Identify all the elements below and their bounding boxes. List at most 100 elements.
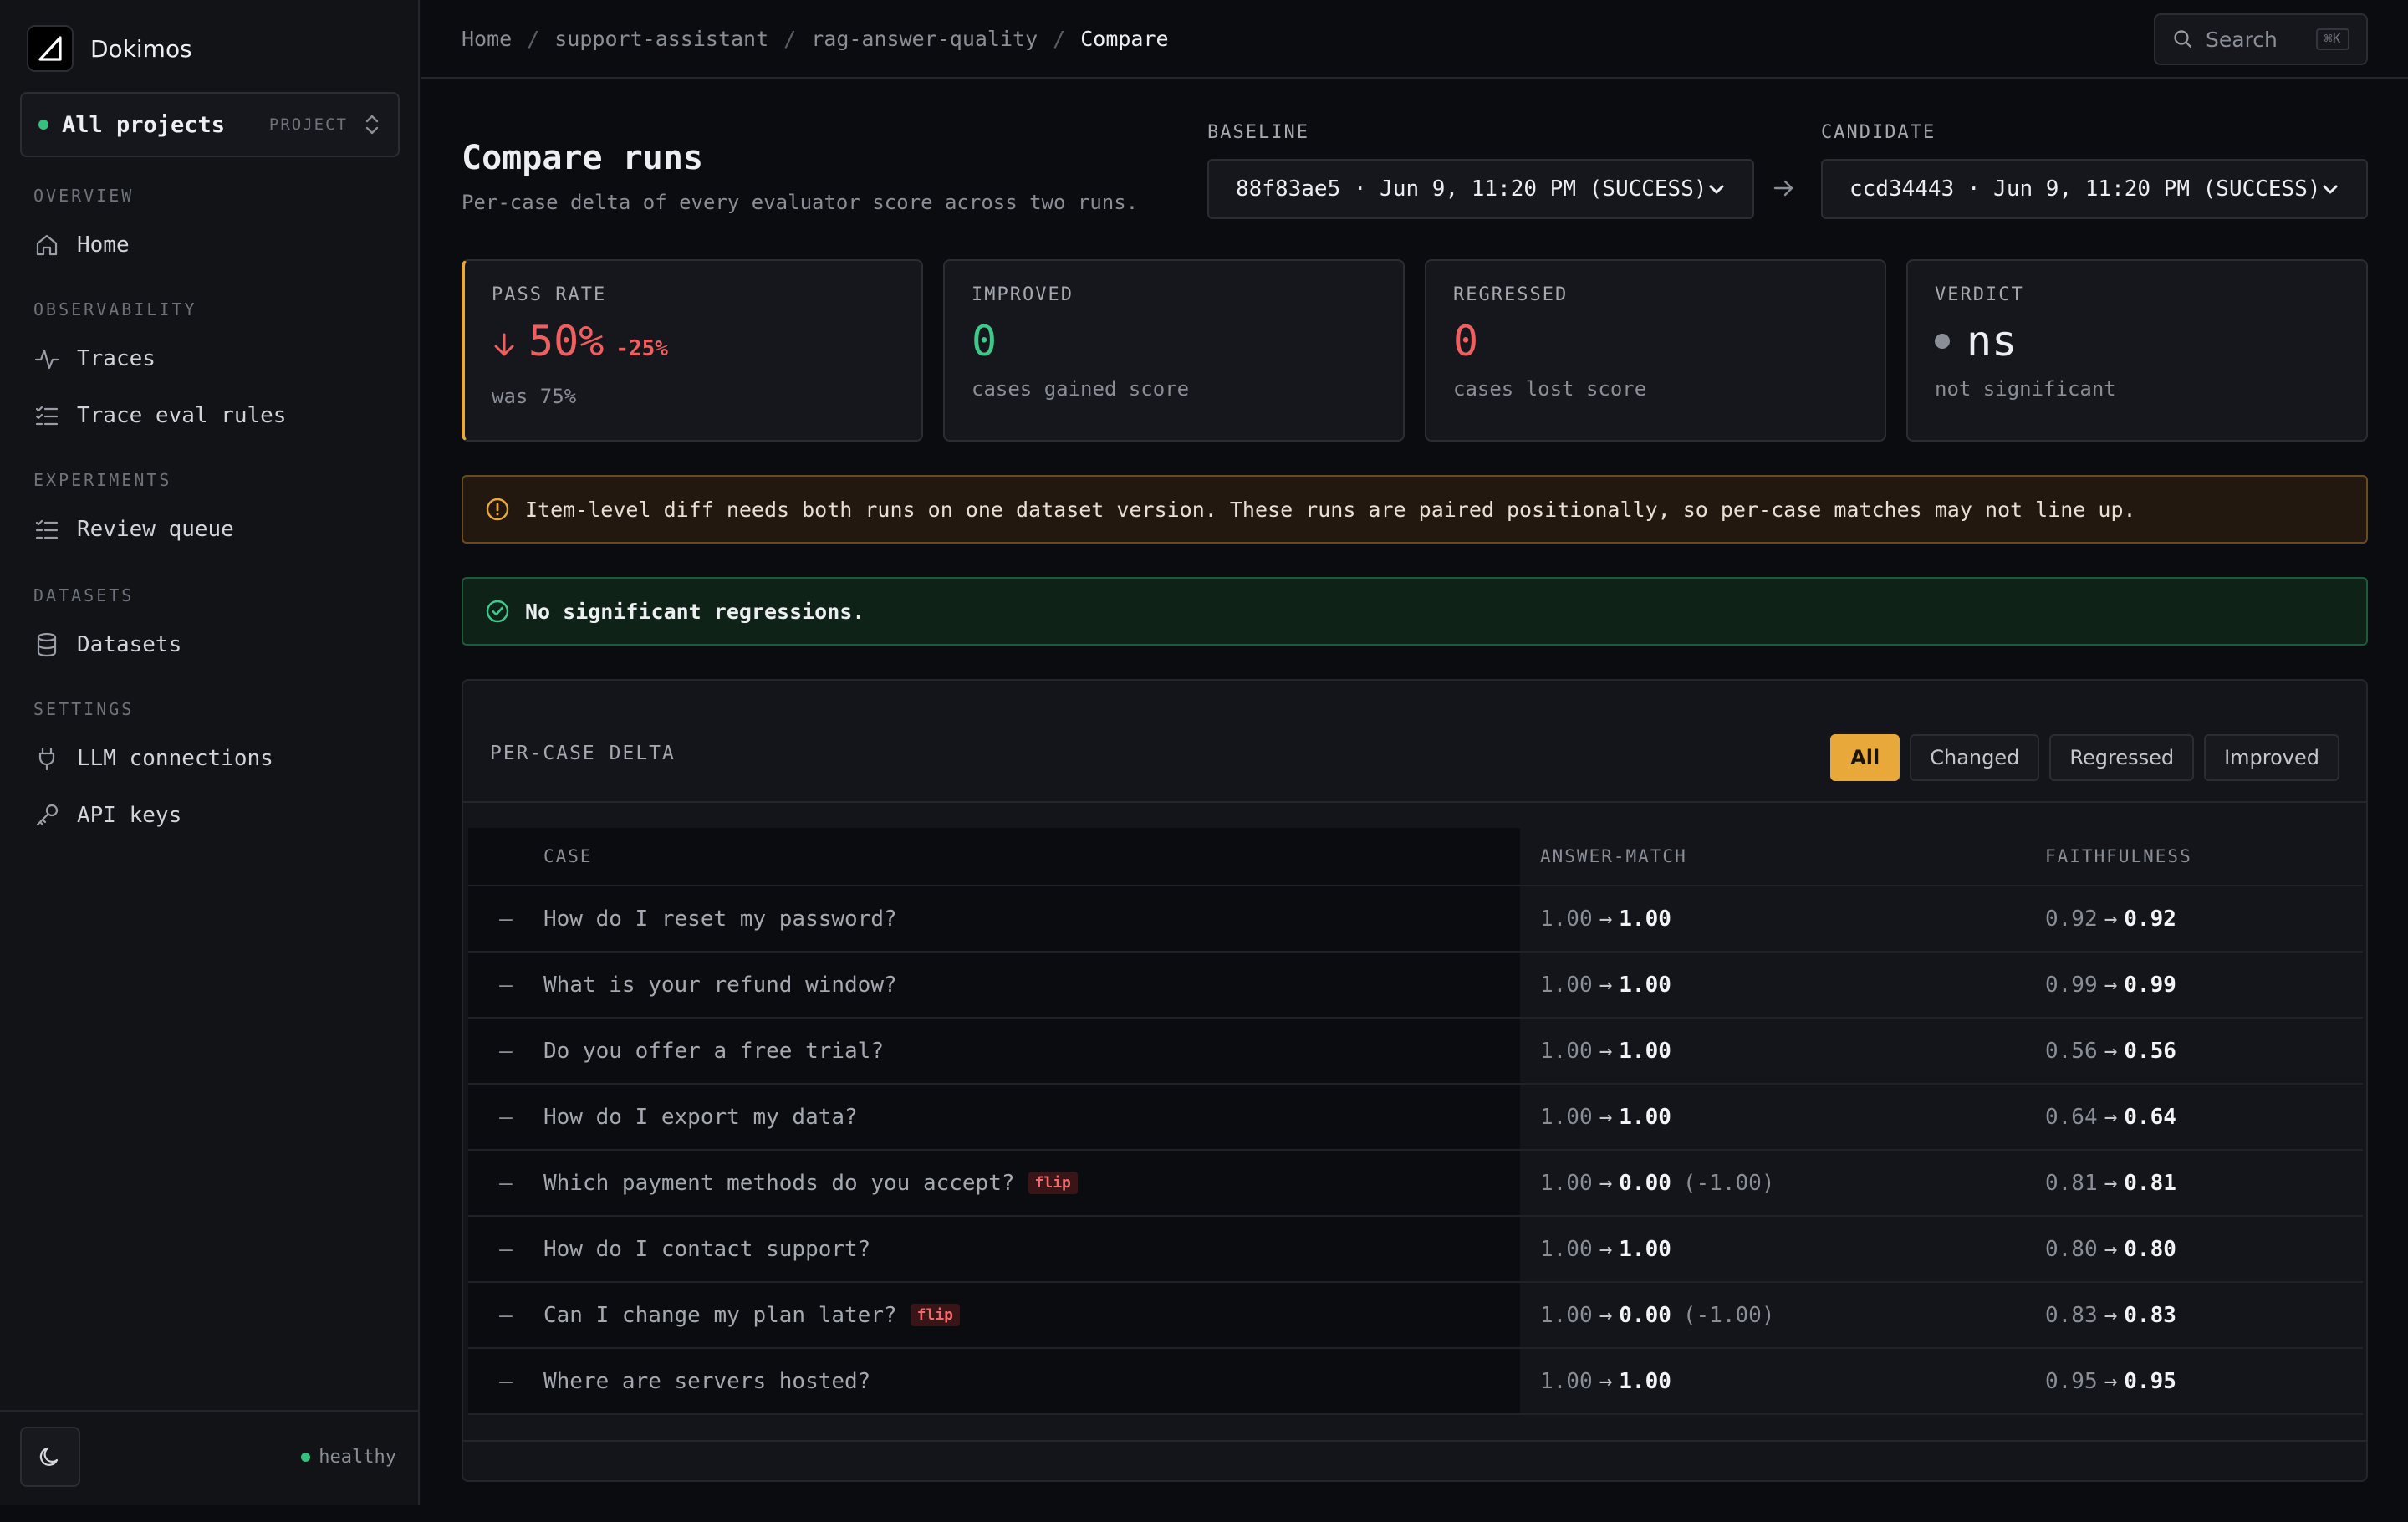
nav-section-datasets: DATASETS <box>33 585 135 605</box>
filter-improved-button[interactable]: Improved <box>2204 734 2339 781</box>
stat-label: PASS RATE <box>492 284 607 305</box>
stat-label: IMPROVED <box>972 284 1074 305</box>
table-row[interactable]: — Which payment methods do you accept? fli… <box>468 1151 2363 1217</box>
faithfulness-cell: 0.81 → 0.81 <box>2045 1151 2363 1215</box>
chevron-down-icon <box>1709 185 1724 194</box>
answer-match-baseline: 1.00 <box>1540 1302 1593 1328</box>
arrow-label: → <box>2104 1302 2118 1328</box>
answer-match-baseline: 1.00 <box>1540 972 1593 998</box>
faithfulness-candidate: 0.83 <box>2124 1302 2176 1328</box>
per-case-delta-panel: PER-CASE DELTA All Changed Regressed Imp… <box>462 679 2368 1482</box>
stat-value: 0 <box>1453 317 1479 365</box>
nav-section-overview: OVERVIEW <box>33 186 135 206</box>
faithfulness-baseline: 0.83 <box>2045 1302 2098 1328</box>
nav-item-label: LLM connections <box>77 746 273 771</box>
case-text: How do I contact support? <box>543 1236 871 1262</box>
case-text: Can I change my plan later? <box>543 1302 897 1328</box>
filter-changed-button[interactable]: Changed <box>1910 734 2040 781</box>
nav-item-label: Traces <box>77 346 156 371</box>
row-status-mark: — <box>468 886 543 951</box>
stat-value: 0 <box>972 317 997 365</box>
faithfulness-baseline: 0.95 <box>2045 1368 2098 1394</box>
case-text: Which payment methods do you accept? <box>543 1170 1015 1196</box>
faithfulness-candidate: 0.81 <box>2124 1170 2176 1196</box>
info-icon <box>486 498 509 521</box>
nav-item-datasets[interactable]: Datasets <box>33 624 181 666</box>
answer-match-baseline: 1.00 <box>1540 1104 1593 1130</box>
filter-regressed-button[interactable]: Regressed <box>2049 734 2195 781</box>
stat-sub: cases gained score <box>972 377 1190 401</box>
verdict-value: ns <box>1967 317 2018 365</box>
table-row[interactable]: — How do I contact support? 1.00 → 1.00 0.80 →… <box>468 1217 2363 1283</box>
moon-icon <box>39 1447 59 1466</box>
project-switcher[interactable]: All projects PROJECT <box>20 92 400 157</box>
candidate-select[interactable]: ccd34443 · Jun 9, 11:20 PM (SUCCESS) <box>1821 159 2368 219</box>
row-status-mark: — <box>468 1283 543 1347</box>
column-header-answer-match[interactable]: ANSWER-MATCH <box>1540 828 2042 885</box>
warning-text: Item-level diff needs both runs on one d… <box>525 497 2136 522</box>
table-row[interactable]: — Can I change my plan later? flip 1.00 → 0.0… <box>468 1283 2363 1349</box>
filter-all-button[interactable]: All <box>1830 734 1900 781</box>
faithfulness-candidate: 0.95 <box>2124 1368 2176 1394</box>
nav-item-api-keys[interactable]: API keys <box>33 794 181 836</box>
breadcrumb-home[interactable]: Home <box>462 27 512 51</box>
delta-table: CASE ANSWER-MATCH FAITHFULNESS — How do I… <box>468 828 2363 1415</box>
arrow-label: → <box>1599 972 1613 998</box>
search-button[interactable]: Search ⌘K <box>2154 13 2368 65</box>
table-row[interactable]: — How do I reset my password? 1.00 → 1.00 0.9… <box>468 886 2363 953</box>
brand[interactable]: Dokimos <box>27 23 192 74</box>
stat-sub: was 75% <box>492 385 577 408</box>
table-row[interactable]: — How do I export my data? 1.00 → 1.00 0.64 → 0… <box>468 1085 2363 1151</box>
arrow-right-icon <box>1773 180 1793 197</box>
faithfulness-cell: 0.80 → 0.80 <box>2045 1217 2363 1281</box>
case-cell: Where are servers hosted? <box>543 1349 1520 1413</box>
list-check-icon <box>35 406 59 426</box>
flip-badge: flip <box>1028 1172 1078 1194</box>
project-tag: PROJECT <box>268 115 348 134</box>
answer-match-candidate: 1.00 <box>1619 1368 1671 1394</box>
nav-item-traces[interactable]: Traces <box>33 338 156 380</box>
faithfulness-candidate: 0.80 <box>2124 1236 2176 1262</box>
arrow-label: → <box>1599 1368 1613 1394</box>
sidebar: Dokimos All projects PROJECT OVERVIEW Ho… <box>0 0 420 1505</box>
case-cell: How do I export my data? <box>543 1085 1520 1149</box>
chevron-down-icon <box>2323 185 2338 194</box>
nav-item-llm-connections[interactable]: LLM connections <box>33 738 273 779</box>
baseline-select[interactable]: 88f83ae5 · Jun 9, 11:20 PM (SUCCESS) <box>1207 159 1754 219</box>
answer-match-cell: 1.00 → 1.00 <box>1540 1085 2042 1149</box>
case-text: How do I export my data? <box>543 1104 858 1130</box>
nav-item-home[interactable]: Home <box>33 224 130 266</box>
nav-item-review-queue[interactable]: Review queue <box>33 508 234 550</box>
pass-rate-value: 50% <box>528 317 605 365</box>
table-row[interactable]: — Do you offer a free trial? 1.00 → 1.00 0.56… <box>468 1019 2363 1085</box>
row-status-mark: — <box>468 1085 543 1149</box>
breadcrumb-experiment[interactable]: rag-answer-quality <box>811 27 1038 51</box>
candidate-value: ccd34443 · Jun 9, 11:20 PM (SUCCESS) <box>1849 176 2321 202</box>
table-row[interactable]: — What is your refund window? 1.00 → 1.00 0.9… <box>468 953 2363 1019</box>
breadcrumb-current: Compare <box>1080 27 1169 51</box>
row-status-mark: — <box>468 953 543 1017</box>
column-header-case[interactable]: CASE <box>543 828 1520 885</box>
nav-item-trace-eval-rules[interactable]: Trace eval rules <box>33 395 286 437</box>
table-header-row: CASE ANSWER-MATCH FAITHFULNESS <box>468 828 2363 886</box>
faithfulness-candidate: 0.64 <box>2124 1104 2176 1130</box>
case-text: What is your refund window? <box>543 972 897 998</box>
case-cell: How do I reset my password? <box>543 886 1520 951</box>
answer-match-candidate: 1.00 <box>1619 1104 1671 1130</box>
table-row[interactable]: — Where are servers hosted? 1.00 → 1.00 0.95 →… <box>468 1349 2363 1415</box>
answer-match-cell: 1.00 → 1.00 <box>1540 1349 2042 1413</box>
breadcrumb-project[interactable]: support-assistant <box>554 27 768 51</box>
page-subtitle: Per-case delta of every evaluator score … <box>462 191 1139 214</box>
stat-improved: IMPROVED 0 cases gained score <box>943 259 1405 442</box>
row-status-mark: — <box>468 1151 543 1215</box>
theme-toggle-button[interactable] <box>20 1427 80 1487</box>
nav-item-label: Home <box>77 232 130 258</box>
home-icon <box>36 234 58 256</box>
key-icon <box>36 804 59 826</box>
stat-label: VERDICT <box>1935 284 2024 305</box>
stat-sub: not significant <box>1935 377 2116 401</box>
answer-match-candidate: 1.00 <box>1619 972 1671 998</box>
column-header-faithfulness[interactable]: FAITHFULNESS <box>2045 828 2363 885</box>
case-cell: What is your refund window? <box>543 953 1520 1017</box>
faithfulness-baseline: 0.56 <box>2045 1038 2098 1064</box>
